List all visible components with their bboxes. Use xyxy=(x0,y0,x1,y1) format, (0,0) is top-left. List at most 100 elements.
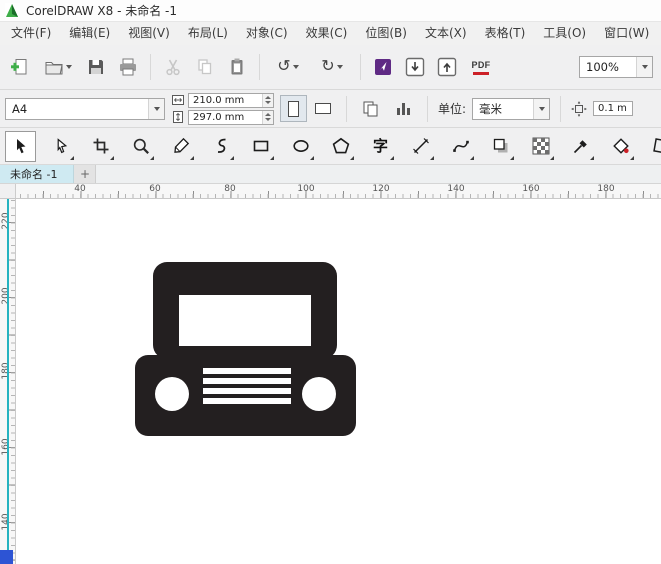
toolbox: 字 xyxy=(0,128,661,165)
nudge-offset-value: 0.1 m xyxy=(598,103,627,114)
drop-shadow-tool[interactable] xyxy=(485,131,516,162)
page-height-row: 297.0 mm xyxy=(171,110,274,125)
zoom-tool-icon xyxy=(132,137,150,155)
menu-item-file[interactable]: 文件(F) xyxy=(2,22,60,45)
chevron-down-icon xyxy=(642,65,648,69)
page-width-spinner[interactable] xyxy=(262,94,273,107)
smart-fill-tool[interactable] xyxy=(645,131,661,162)
ruler-number: 180 xyxy=(597,184,614,194)
ruler-number: 80 xyxy=(224,184,235,194)
save-button[interactable] xyxy=(82,53,110,81)
menu-item-tools[interactable]: 工具(O) xyxy=(534,22,595,45)
truck-drawing[interactable] xyxy=(16,199,661,564)
ellipse-tool[interactable] xyxy=(285,131,316,162)
polygon-tool[interactable] xyxy=(325,131,356,162)
drawing-canvas[interactable] xyxy=(16,199,661,564)
paste-button[interactable] xyxy=(223,53,251,81)
publish-pdf-button[interactable]: PDF xyxy=(465,53,497,81)
rectangle-tool[interactable] xyxy=(245,131,276,162)
menu-item-object[interactable]: 对象(C) xyxy=(237,22,297,45)
cut-button[interactable] xyxy=(159,53,187,81)
document-tab-active[interactable]: 未命名 -1 xyxy=(0,165,74,183)
ruler-origin-corner[interactable] xyxy=(0,184,16,199)
page-size-dropdown-arrow[interactable] xyxy=(148,99,164,119)
export-button[interactable] xyxy=(433,53,461,81)
guideline[interactable] xyxy=(7,199,9,550)
landscape-icon xyxy=(315,103,331,114)
import-icon xyxy=(404,56,426,78)
nudge-offset-input[interactable]: 0.1 m xyxy=(593,101,633,116)
zoom-level-select[interactable]: 100% xyxy=(579,56,653,78)
document-tab-label: 未命名 -1 xyxy=(10,166,57,182)
document-tab-bar: 未命名 -1 + xyxy=(0,165,661,184)
transparency-tool-icon xyxy=(532,137,550,155)
ruler-number: 40 xyxy=(74,184,85,194)
menu-item-window[interactable]: 窗口(W) xyxy=(595,22,658,45)
shape-tool-icon xyxy=(52,137,70,155)
page-height-spinner[interactable] xyxy=(262,111,273,124)
redo-button[interactable]: ↻ xyxy=(312,53,352,81)
page-size-value: A4 xyxy=(12,102,27,116)
page-width-icon xyxy=(171,93,185,107)
page-size-select[interactable]: A4 xyxy=(5,98,165,120)
ruler-number: 160 xyxy=(522,184,539,194)
import-button[interactable] xyxy=(401,53,429,81)
menu-item-view[interactable]: 视图(V) xyxy=(119,22,179,45)
print-button[interactable] xyxy=(114,53,142,81)
menu-item-edit[interactable]: 编辑(E) xyxy=(60,22,119,45)
copy-icon xyxy=(195,57,215,77)
menu-item-table[interactable]: 表格(T) xyxy=(476,22,535,45)
orientation-group xyxy=(280,95,336,122)
page-height-input[interactable]: 297.0 mm xyxy=(188,110,274,125)
text-tool-icon: 字 xyxy=(373,139,388,154)
units-dropdown-arrow[interactable] xyxy=(533,99,549,119)
new-document-button[interactable] xyxy=(6,53,34,81)
text-tool[interactable]: 字 xyxy=(365,131,396,162)
connector-tool-icon xyxy=(452,137,470,155)
units-select[interactable]: 毫米 xyxy=(472,98,550,120)
shape-tool[interactable] xyxy=(45,131,76,162)
new-document-tab-button[interactable]: + xyxy=(74,165,96,183)
copy-button[interactable] xyxy=(191,53,219,81)
page-width-input[interactable]: 210.0 mm xyxy=(188,93,274,108)
chevron-down-icon xyxy=(293,65,299,69)
all-pages-button[interactable] xyxy=(357,95,384,122)
menu-item-effects[interactable]: 效果(C) xyxy=(297,22,357,45)
open-document-button[interactable] xyxy=(38,53,78,81)
pick-tool[interactable] xyxy=(5,131,36,162)
interactive-fill-tool[interactable] xyxy=(605,131,636,162)
redo-icon: ↻ xyxy=(321,59,334,75)
artistic-media-tool-icon xyxy=(212,137,230,155)
window-title: CorelDRAW X8 - 未命名 -1 xyxy=(26,2,177,19)
menu-item-text[interactable]: 文本(X) xyxy=(416,22,476,45)
crop-tool[interactable] xyxy=(85,131,116,162)
spin-up-icon xyxy=(265,96,271,99)
landscape-button[interactable] xyxy=(309,95,336,122)
ruler-number: 100 xyxy=(297,184,314,194)
undo-button[interactable]: ↺ xyxy=(268,53,308,81)
property-bar: A4 210.0 mm 297.0 mm xyxy=(0,90,661,128)
menu-item-bitmaps[interactable]: 位图(B) xyxy=(356,22,416,45)
polygon-tool-icon xyxy=(332,137,350,155)
zoom-tool[interactable] xyxy=(125,131,156,162)
horizontal-ruler[interactable]: 40 60 80 100 120 140 160 180 xyxy=(16,184,661,199)
connector-tool[interactable] xyxy=(445,131,476,162)
menu-item-layout[interactable]: 布局(L) xyxy=(179,22,237,45)
freehand-tool[interactable] xyxy=(165,131,196,162)
toolbar-separator xyxy=(427,96,428,122)
portrait-button[interactable] xyxy=(280,95,307,122)
zoom-dropdown-arrow[interactable] xyxy=(636,57,652,77)
dimension-tool[interactable] xyxy=(405,131,436,162)
menu-bar: 文件(F) 编辑(E) 视图(V) 布局(L) 对象(C) 效果(C) 位图(B… xyxy=(0,22,661,45)
welcome-screen-button[interactable] xyxy=(369,53,397,81)
export-icon xyxy=(436,56,458,78)
transparency-tool[interactable] xyxy=(525,131,556,162)
document-navigator-button[interactable] xyxy=(0,550,13,564)
color-eyedropper-tool[interactable] xyxy=(565,131,596,162)
color-eyedropper-tool-icon xyxy=(572,137,590,155)
ruler-number: 180 xyxy=(1,361,11,381)
artistic-media-tool[interactable] xyxy=(205,131,236,162)
standard-toolbar: ↺ ↻ PDF xyxy=(0,45,661,90)
undo-icon: ↺ xyxy=(277,59,290,75)
current-page-button[interactable] xyxy=(390,95,417,122)
